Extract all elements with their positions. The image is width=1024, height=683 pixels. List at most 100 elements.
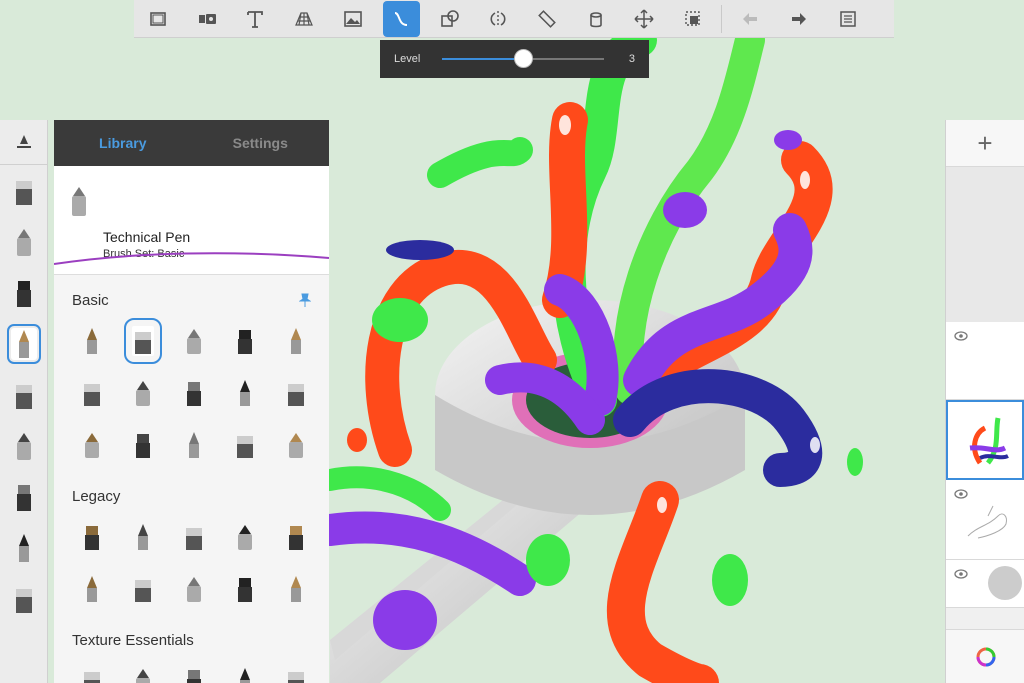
fill-bucket-icon [589,11,602,27]
brush-icon [15,180,32,205]
brush-cell[interactable] [168,419,219,471]
brush-cell[interactable] [270,511,321,563]
image-icon [343,10,362,27]
layer-thumbnail [988,566,1022,600]
brush-cell[interactable] [270,655,321,683]
brush-cell[interactable] [117,367,168,419]
strip-brush[interactable] [0,267,47,318]
level-slider-fill [442,58,524,60]
brush-cell[interactable] [168,367,219,419]
toolbar-redo-button[interactable] [781,1,818,37]
canvas-icon [150,11,167,26]
level-label: Level [394,53,421,65]
brush-cell[interactable] [219,367,270,419]
brush-cell[interactable] [270,563,321,615]
toolbar-undo-button[interactable] [732,1,769,37]
brush-icon [137,524,148,550]
strip-brush[interactable] [0,216,47,267]
brush-cell[interactable] [270,367,321,419]
eye-icon[interactable] [954,328,968,346]
toolbar-menu-button[interactable] [829,1,866,37]
brush-cell[interactable] [270,315,321,367]
layer-panel: + [945,120,1024,683]
brush-cell[interactable] [270,419,321,471]
brush-cell[interactable] [117,419,168,471]
brush-icon [15,588,32,613]
strip-brush[interactable] [0,318,47,369]
brush-icon [290,576,301,602]
list-icon [839,10,856,27]
tab-library[interactable]: Library [54,120,192,166]
toolbar-symmetry-button[interactable] [480,1,517,37]
color-picker-button[interactable] [946,629,1024,683]
level-slider-knob[interactable] [514,49,534,68]
brush-cell[interactable] [168,655,219,683]
brush-cell[interactable] [219,511,270,563]
brush-cell[interactable] [168,563,219,615]
layer-item-selected[interactable] [946,400,1024,480]
brush-icon [16,432,31,460]
brush-cell[interactable] [117,563,168,615]
toolbar-selection-button[interactable] [674,1,711,37]
brush-cell[interactable] [117,511,168,563]
strip-brush[interactable] [0,165,47,216]
brush-icon [239,380,250,406]
strip-brush[interactable] [0,369,47,420]
brush-icon [288,526,303,550]
toolbar-canvas-button[interactable] [140,1,177,37]
toolbar-fill-button[interactable] [577,1,614,37]
toolbar-transform-button[interactable] [626,1,663,37]
brush-icon [135,434,150,458]
brush-cell[interactable] [117,315,168,367]
brush-icon [16,484,31,511]
toolbar-image-button[interactable] [334,1,371,37]
brush-cell[interactable] [66,563,117,615]
layer-item[interactable] [946,560,1024,608]
brush-cell[interactable] [66,315,117,367]
layer-item[interactable] [946,480,1024,560]
toolbar-text-button[interactable] [237,1,274,37]
brush-icon [287,384,304,406]
layer-panel-spacer [946,167,1024,322]
eye-icon[interactable] [954,566,968,584]
toolbar-curve-button[interactable] [382,0,420,37]
strip-brush[interactable] [0,573,47,624]
brush-section-title: Texture Essentials [72,632,194,649]
layer-item[interactable] [946,322,1024,400]
brush-cell[interactable] [66,367,117,419]
brush-icon [16,280,31,307]
brush-icon [186,382,201,406]
brush-icon [6,323,41,364]
toolbar-import-button[interactable] [188,1,225,37]
level-slider[interactable] [442,49,605,68]
brush-cell[interactable] [219,315,270,367]
brush-size-button[interactable] [0,120,47,165]
curve-icon [394,11,408,26]
strip-brush[interactable] [0,420,47,471]
toolbar-perspective-button[interactable] [286,1,323,37]
brush-icon [186,670,201,683]
toolbar-ruler-button[interactable] [529,1,566,37]
level-popover: Level 3 [380,40,649,78]
brush-cell[interactable] [168,315,219,367]
brush-cell[interactable] [168,511,219,563]
brush-icon [86,328,97,354]
add-layer-button[interactable]: + [946,120,1024,167]
strip-brush[interactable] [0,471,47,522]
brush-grid [54,309,329,471]
brush-cell[interactable] [66,655,117,683]
toolbar-shapes-button[interactable] [431,1,468,37]
brush-cell[interactable] [66,511,117,563]
brush-cell[interactable] [117,655,168,683]
strip-brush[interactable] [0,522,47,573]
brush-section-title: Basic [54,275,329,309]
brush-cell[interactable] [219,655,270,683]
brush-icon [290,328,301,354]
brush-cell[interactable] [66,419,117,471]
brush-cell[interactable] [219,563,270,615]
brush-icon [16,228,31,256]
tab-settings[interactable]: Settings [192,120,330,166]
brush-cell[interactable] [219,419,270,471]
pin-icon[interactable] [298,293,312,307]
toolbar-separator [721,4,723,33]
